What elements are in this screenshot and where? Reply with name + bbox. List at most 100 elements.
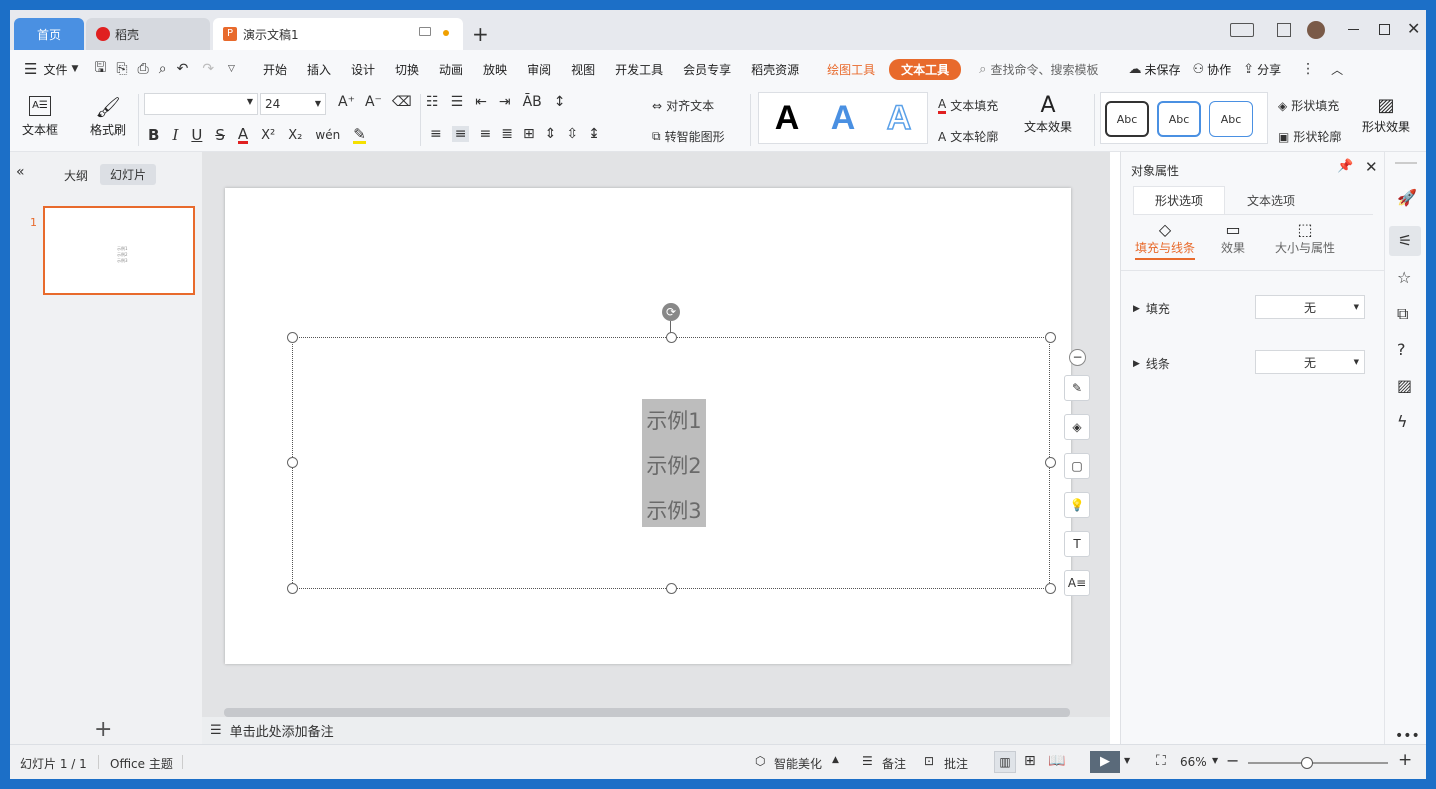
menu-daoke-resources[interactable]: 稻壳资源 <box>751 61 799 78</box>
menu-review[interactable]: 审阅 <box>527 61 551 78</box>
fit-window-icon[interactable]: ⛶ <box>1156 753 1166 769</box>
spacing-more-icon[interactable]: ↨ <box>588 126 600 142</box>
line-row[interactable]: ▶ 线条 <box>1133 355 1170 372</box>
collab-button[interactable]: 协作 <box>1207 61 1231 78</box>
fill-select[interactable]: 无 ▼ <box>1255 295 1365 319</box>
resize-handle[interactable] <box>1045 332 1056 343</box>
text-fill-button[interactable]: A 文本填充 <box>938 97 998 114</box>
zoom-in-icon[interactable]: + <box>1398 750 1412 770</box>
collapse-toolbar-icon[interactable]: − <box>1069 349 1086 366</box>
more-icon[interactable]: ••• <box>1395 728 1420 744</box>
shape-fill-button[interactable]: ◈ 形状填充 <box>1278 97 1339 114</box>
maximize-icon[interactable] <box>1379 24 1390 35</box>
tab-daoke[interactable]: 稻壳 <box>86 18 210 50</box>
zoom-level[interactable]: 66% <box>1180 755 1207 769</box>
command-search[interactable]: 查找命令、搜索模板 <box>990 61 1098 78</box>
undo-icon[interactable]: ↶ <box>177 61 189 77</box>
normal-view-icon[interactable]: ▥ <box>994 751 1016 773</box>
shape-outline-button[interactable]: ▣ 形状轮廓 <box>1278 128 1341 145</box>
beautify-button[interactable]: 智能美化 <box>774 755 822 772</box>
redo-icon[interactable]: ↷ <box>202 61 214 77</box>
font-color-icon[interactable]: A <box>237 126 249 144</box>
italic-icon[interactable]: I <box>172 126 178 144</box>
text-outline-button[interactable]: A 文本轮廓 <box>938 128 998 145</box>
menu-insert[interactable]: 插入 <box>307 61 331 78</box>
clear-format-icon[interactable]: ⌫ <box>392 94 412 110</box>
horizontal-scrollbar[interactable] <box>224 708 1070 717</box>
wordart-style-black[interactable]: A <box>775 99 800 138</box>
resize-handle[interactable] <box>287 583 298 594</box>
tab-shape-options[interactable]: 形状选项 <box>1133 186 1225 214</box>
tab-document[interactable]: P 演示文稿1 <box>213 18 463 50</box>
shape-style-black[interactable]: Abc <box>1105 101 1149 137</box>
decrease-indent-icon[interactable]: ⇤ <box>475 94 487 110</box>
menu-developer[interactable]: 开发工具 <box>615 61 663 78</box>
shape-effect-button[interactable]: ▨ 形状效果 <box>1362 94 1410 135</box>
align-right-icon[interactable]: ≡ <box>479 126 491 142</box>
align-left-icon[interactable]: ≡ <box>430 126 442 142</box>
tab-text-options[interactable]: 文本选项 <box>1225 186 1317 214</box>
highlight-icon[interactable]: ✎ <box>353 126 366 144</box>
edit-style-icon[interactable]: ✎ <box>1064 375 1090 401</box>
resize-handle[interactable] <box>1045 457 1056 468</box>
line-space-icon[interactable]: ⇳ <box>566 126 578 142</box>
new-tab-button[interactable]: + <box>472 22 489 46</box>
phonetic-icon[interactable]: wén <box>315 128 340 142</box>
subtab-size[interactable]: ⬚ 大小与属性 <box>1275 220 1335 256</box>
more-icon[interactable]: ⋮ <box>1301 61 1315 77</box>
close-icon[interactable]: ✕ <box>1407 19 1420 38</box>
close-icon[interactable]: ✕ <box>1365 158 1378 176</box>
print-icon[interactable]: ⎙ <box>138 61 149 77</box>
underline-icon[interactable]: U <box>191 126 202 144</box>
subscript-icon[interactable]: X₂ <box>288 128 302 143</box>
resize-handle[interactable] <box>1045 583 1056 594</box>
menu-animation[interactable]: 动画 <box>439 61 463 78</box>
menu-start[interactable]: 开始 <box>263 61 287 78</box>
menu-file[interactable]: 文件 <box>43 61 67 78</box>
rotate-handle-icon[interactable]: ⟳ <box>662 303 680 321</box>
resize-handle[interactable] <box>666 332 677 343</box>
idea-bulb-icon[interactable]: 💡 <box>1064 492 1090 518</box>
shape-style-blue[interactable]: Abc <box>1157 101 1201 137</box>
zoom-slider-thumb[interactable] <box>1300 757 1313 769</box>
save-icon[interactable]: 🖫 <box>94 57 106 81</box>
shape-style-light[interactable]: Abc <box>1209 101 1253 137</box>
share-button[interactable]: 分享 <box>1257 61 1281 78</box>
apps-grid-icon[interactable] <box>1277 23 1291 37</box>
theme-name[interactable]: Office 主题 <box>110 755 173 772</box>
increase-indent-icon[interactable]: ⇥ <box>499 94 511 110</box>
image-icon[interactable]: ▨ <box>1397 376 1412 395</box>
fill-shape-icon[interactable]: ◈ <box>1064 414 1090 440</box>
collapse-panel-icon[interactable]: « <box>16 164 25 180</box>
avatar[interactable] <box>1307 21 1325 39</box>
slide-thumbnail[interactable]: 示例1 示例2 示例3 <box>43 206 195 295</box>
chevron-down-icon[interactable]: ▼ <box>1124 756 1130 765</box>
reading-view-icon[interactable]: 📖 <box>1048 753 1065 769</box>
unsaved-status[interactable]: 未保存 <box>1144 61 1180 78</box>
tab-slides[interactable]: 幻灯片 <box>100 164 157 185</box>
grow-font-icon[interactable]: A⁺ <box>338 94 355 110</box>
resize-handle[interactable] <box>287 332 298 343</box>
notes-placeholder[interactable]: 单击此处添加备注 <box>230 721 334 740</box>
minimize-icon[interactable] <box>1348 29 1359 30</box>
text-ai-icon[interactable]: A≡ <box>1064 570 1090 596</box>
shrink-font-icon[interactable]: A⁻ <box>365 94 382 110</box>
chevron-up-icon[interactable]: ▲ <box>832 755 839 765</box>
comment-button[interactable]: 批注 <box>944 755 968 772</box>
settings-sliders-icon[interactable]: ⚟ <box>1389 226 1421 256</box>
bullet-list-icon[interactable]: ☷ <box>426 94 439 110</box>
format-painter-button[interactable]: 🖌 格式刷 <box>90 96 126 138</box>
align-center-icon[interactable]: ≡ <box>451 126 470 142</box>
wordart-gallery[interactable]: A A A <box>758 92 928 144</box>
slide-canvas[interactable]: ⟳ 示例1 示例2 示例3 <box>225 188 1071 664</box>
justify-icon[interactable]: ≣ <box>501 126 513 142</box>
menu-design[interactable]: 设计 <box>351 61 375 78</box>
numbered-list-icon[interactable]: ☰ <box>451 94 464 110</box>
paragraph-spacing-icon[interactable]: ⇕ <box>545 126 557 142</box>
line-select[interactable]: 无 ▼ <box>1255 350 1365 374</box>
bold-icon[interactable]: B <box>148 126 159 144</box>
font-name-select[interactable]: ▼ <box>144 93 258 115</box>
hamburger-icon[interactable]: ☰ <box>24 60 37 78</box>
play-slideshow-icon[interactable]: ▶ <box>1090 751 1120 773</box>
fill-row[interactable]: ▶ 填充 <box>1133 300 1170 317</box>
